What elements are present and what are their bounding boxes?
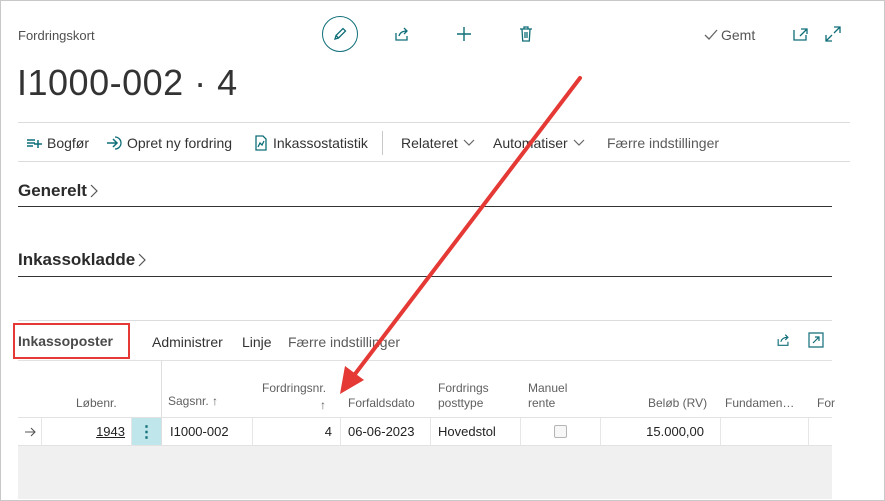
section-general-label: Generelt bbox=[18, 181, 87, 200]
cell-fordringsnr[interactable]: 4 bbox=[253, 418, 341, 445]
post-icon bbox=[27, 139, 42, 148]
statistics-label: Inkassostatistik bbox=[273, 135, 368, 151]
lines-share-button[interactable] bbox=[775, 332, 792, 353]
delete-button[interactable] bbox=[517, 25, 535, 48]
post-action[interactable]: Bogfør bbox=[26, 135, 89, 151]
col-header-forfaldsdato[interactable]: Forfaldsdato bbox=[348, 396, 415, 411]
section-journal-rule bbox=[18, 276, 832, 277]
col-header-manuel-rente[interactable]: Manuel rente bbox=[528, 381, 567, 411]
cell-belob[interactable]: 15.000,00 bbox=[601, 418, 721, 445]
line-action[interactable]: Linje bbox=[242, 334, 272, 350]
open-in-new-window-icon bbox=[793, 28, 808, 41]
col-header-posttype[interactable]: Fordrings posttype bbox=[438, 381, 489, 411]
create-claim-action[interactable]: Opret ny fordring bbox=[106, 135, 232, 151]
edit-button[interactable] bbox=[322, 16, 358, 52]
open-in-new-window-icon bbox=[808, 332, 824, 348]
table-header bbox=[18, 360, 832, 418]
share-icon bbox=[777, 334, 789, 346]
manage-action[interactable]: Administrer bbox=[152, 334, 223, 350]
col-header-fundament[interactable]: Fundamen… bbox=[725, 396, 794, 411]
cell-lobenr[interactable]: 1943 bbox=[42, 418, 132, 445]
plus-icon bbox=[457, 27, 471, 41]
share-icon bbox=[395, 27, 408, 41]
pencil-icon bbox=[334, 27, 347, 40]
section-general[interactable]: Generelt bbox=[18, 181, 99, 201]
new-button[interactable] bbox=[455, 25, 473, 48]
lines-expand-button[interactable] bbox=[808, 332, 824, 353]
post-label: Bogfør bbox=[47, 135, 90, 151]
col-header-sagsnr[interactable]: Sagsnr. ↑ bbox=[168, 394, 218, 409]
fewer-options-label: Færre indstillinger bbox=[607, 135, 720, 151]
checkmark-icon bbox=[704, 29, 718, 40]
manuel-rente-checkbox[interactable] bbox=[554, 425, 567, 438]
actionbar-divider bbox=[382, 131, 383, 155]
col-header-manuel-rente-l2: rente bbox=[528, 396, 556, 410]
create-icon bbox=[107, 136, 122, 150]
cell-sagsnr[interactable]: I1000-002 bbox=[161, 418, 253, 445]
actionbar-top-divider bbox=[18, 122, 850, 123]
col-header-fordringsnr[interactable]: Fordringsnr. ↑ bbox=[262, 381, 326, 413]
section-journal-label: Inkassokladde bbox=[18, 250, 136, 269]
col-header-lobenr[interactable]: Løbenr. bbox=[76, 396, 117, 411]
page-title: I1000-002 · 4 bbox=[17, 62, 238, 103]
row-actions-button[interactable]: ⋮ bbox=[132, 418, 161, 445]
lobenr-link[interactable]: 1943 bbox=[96, 424, 125, 439]
automate-menu[interactable]: Automatiser bbox=[493, 135, 585, 151]
col-header-posttype-l1: Fordrings bbox=[438, 381, 489, 395]
table-row[interactable]: 1943 ⋮ I1000-002 4 06-06-2023 Hovedstol … bbox=[18, 417, 832, 446]
fewer-options-action[interactable]: Færre indstillinger bbox=[607, 135, 719, 151]
trash-icon bbox=[520, 26, 532, 42]
col-header-manuel-rente-l1: Manuel bbox=[528, 381, 568, 395]
statistics-action[interactable]: Inkassostatistik bbox=[254, 135, 368, 151]
cell-posttype[interactable]: Hovedstol bbox=[431, 418, 521, 445]
page-caption: Fordringskort bbox=[18, 28, 95, 43]
expand-icon bbox=[825, 26, 841, 42]
arrow-right-icon bbox=[24, 427, 36, 436]
cell-fundament[interactable] bbox=[721, 418, 809, 445]
related-menu[interactable]: Relateret bbox=[401, 135, 475, 151]
saved-label: Gemt bbox=[721, 27, 756, 43]
chevron-right-icon bbox=[138, 253, 147, 267]
related-label: Relateret bbox=[401, 135, 458, 151]
actionbar-bottom-divider bbox=[18, 161, 850, 162]
chevron-down-icon bbox=[463, 139, 475, 146]
section-journal[interactable]: Inkassokladde bbox=[18, 250, 147, 270]
lines-top-divider bbox=[18, 320, 832, 321]
chevron-down-icon bbox=[573, 139, 585, 146]
lines-title[interactable]: Inkassoposter bbox=[18, 333, 113, 349]
lines-fewer-options[interactable]: Færre indstillinger bbox=[288, 334, 400, 350]
cell-manuel-rente[interactable] bbox=[521, 418, 601, 445]
row-selected-indicator bbox=[18, 418, 42, 445]
col-header-fordringsnr-l1: Fordringsnr. bbox=[262, 381, 327, 395]
col-header-posttype-l2: posttype bbox=[438, 396, 484, 410]
open-new-window-button[interactable] bbox=[792, 26, 810, 47]
col-header-fordringsnr-l2: ↑ bbox=[320, 398, 326, 412]
col-header-truncated[interactable]: For bbox=[817, 396, 835, 411]
cell-forfaldsdato[interactable]: 06-06-2023 bbox=[341, 418, 431, 445]
col-header-belob[interactable]: Beløb (RV) bbox=[648, 396, 707, 411]
more-options-icon: ⋮ bbox=[138, 423, 155, 441]
expand-button[interactable] bbox=[824, 25, 842, 48]
section-general-rule bbox=[18, 206, 832, 207]
create-claim-label: Opret ny fordring bbox=[127, 135, 233, 151]
saved-status: Gemt bbox=[704, 27, 755, 43]
statistics-icon bbox=[255, 135, 267, 151]
share-button[interactable] bbox=[393, 25, 411, 48]
automate-label: Automatiser bbox=[493, 135, 568, 151]
chevron-right-icon bbox=[90, 184, 98, 198]
